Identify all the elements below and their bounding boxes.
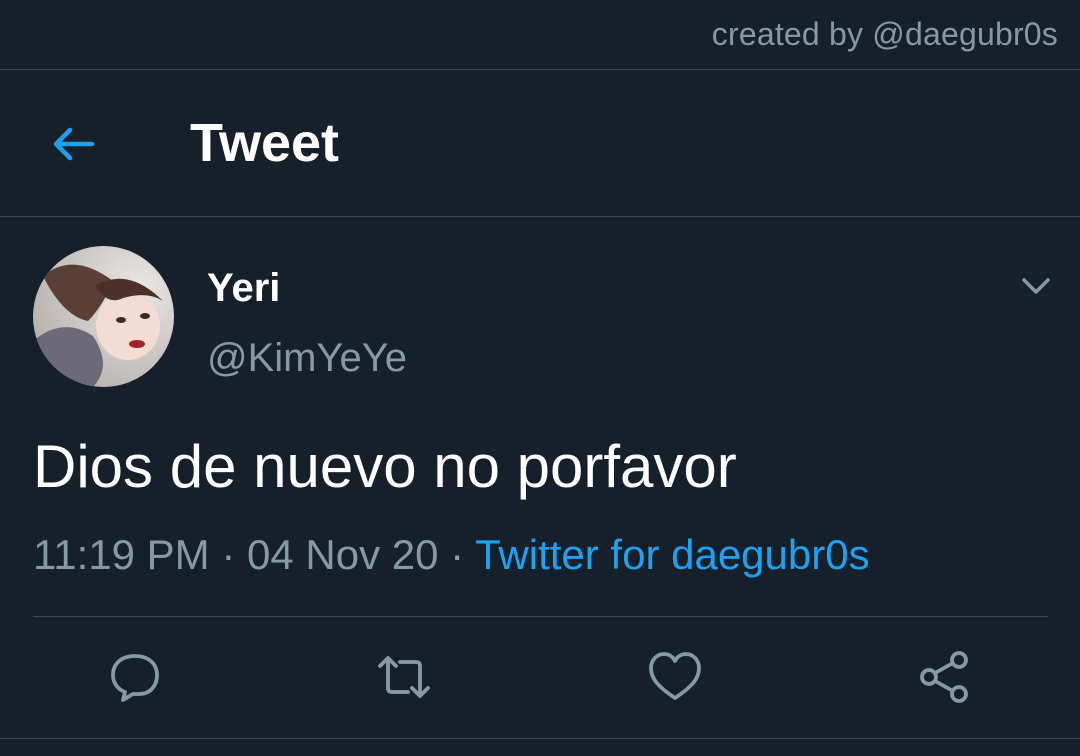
- meta-divider: [33, 616, 1048, 617]
- share-icon: [920, 651, 968, 703]
- heart-icon: [649, 652, 701, 700]
- reply-button[interactable]: [107, 650, 163, 704]
- bottom-divider: [0, 738, 1080, 739]
- tweet-screen: created by @daegubr0s Tweet Yeri @KimYeY…: [0, 0, 1080, 756]
- display-name[interactable]: Yeri: [207, 266, 280, 311]
- tweet-source-link[interactable]: Twitter for daegubr0s: [475, 531, 870, 578]
- header-divider: [0, 216, 1080, 217]
- user-handle[interactable]: @KimYeYe: [207, 336, 407, 381]
- reply-icon: [111, 654, 159, 702]
- meta-separator: ·: [221, 531, 236, 578]
- back-button[interactable]: [46, 120, 102, 168]
- tweet-meta: 11:19 PM · 04 Nov 20 · Twitter for daegu…: [33, 531, 870, 579]
- share-button[interactable]: [917, 650, 973, 704]
- header-bar: Tweet: [0, 70, 1080, 216]
- arrow-left-icon: [53, 127, 95, 161]
- avatar-image: [33, 246, 174, 387]
- tweet-date: 04 Nov 20: [247, 531, 439, 578]
- meta-separator: ·: [450, 531, 465, 578]
- retweet-button[interactable]: [376, 650, 432, 704]
- like-button[interactable]: [647, 650, 703, 704]
- page-title: Tweet: [190, 113, 340, 173]
- chevron-down-icon: [1022, 278, 1050, 294]
- tweet-time: 11:19 PM: [33, 531, 210, 578]
- retweet-icon: [378, 656, 430, 698]
- action-bar: [0, 640, 1080, 714]
- more-options-button[interactable]: [1020, 272, 1052, 300]
- credit-text: created by @daegubr0s: [711, 16, 1058, 52]
- avatar[interactable]: [33, 246, 174, 387]
- tweet-text: Dios de nuevo no porfavor: [33, 433, 737, 500]
